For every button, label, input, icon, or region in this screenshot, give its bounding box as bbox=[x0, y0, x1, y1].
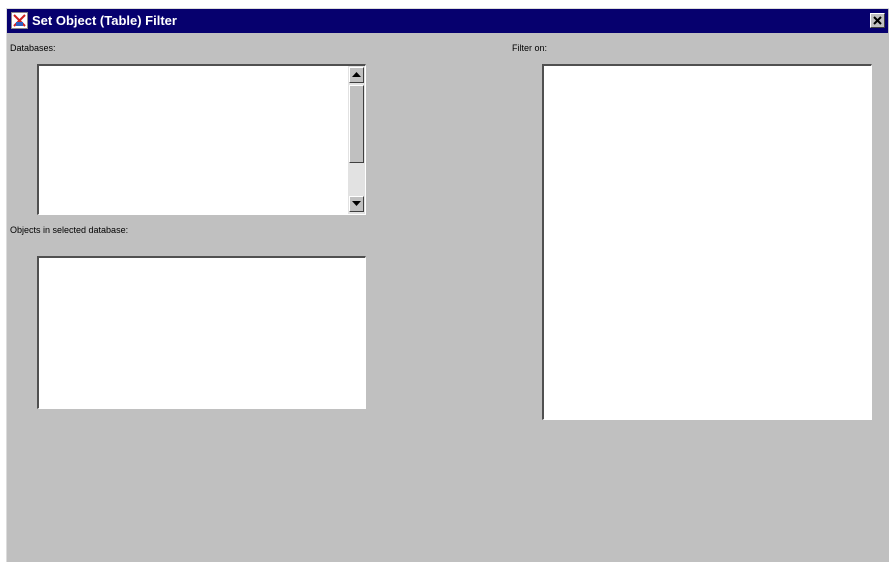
close-icon bbox=[873, 16, 882, 25]
arrow-down-icon bbox=[352, 201, 361, 206]
dialog-window: Set Object (Table) Filter Databases: Obj… bbox=[6, 8, 889, 562]
objects-label: Objects in selected database: bbox=[10, 225, 129, 235]
arrow-up-icon bbox=[352, 72, 361, 77]
databases-label: Databases: bbox=[10, 43, 56, 53]
close-button[interactable] bbox=[870, 13, 885, 28]
databases-scrollbar[interactable] bbox=[348, 66, 365, 214]
window-title: Set Object (Table) Filter bbox=[32, 13, 177, 28]
scroll-down-button[interactable] bbox=[349, 196, 364, 212]
objects-listbox[interactable] bbox=[37, 256, 366, 409]
app-icon bbox=[11, 12, 28, 29]
filter-listbox[interactable] bbox=[542, 64, 872, 420]
scroll-up-button[interactable] bbox=[349, 67, 364, 83]
title-bar[interactable]: Set Object (Table) Filter bbox=[7, 9, 888, 33]
scroll-thumb[interactable] bbox=[349, 85, 364, 163]
filter-label: Filter on: bbox=[512, 43, 548, 53]
databases-listbox[interactable] bbox=[37, 64, 366, 215]
